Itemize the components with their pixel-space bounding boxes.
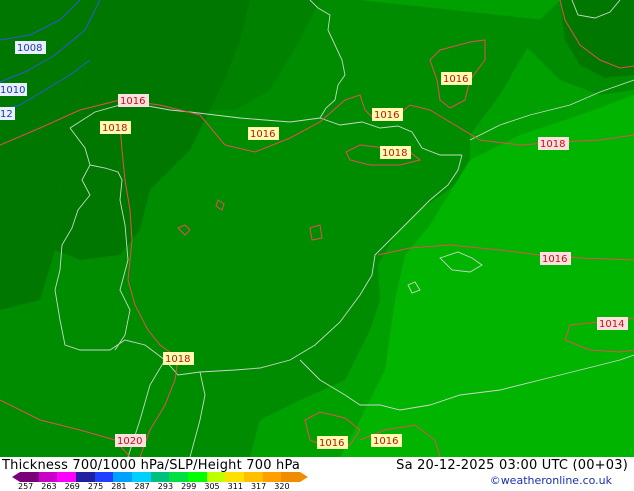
isobar-label: 1020 <box>115 434 146 447</box>
isobar-label-text: 1014 <box>599 319 624 330</box>
isobar-label: 1016 <box>372 108 403 121</box>
scale-arrow-right-icon <box>300 472 308 482</box>
isobar-label-text: 1018 <box>102 123 127 134</box>
thickness-color-scale <box>12 472 308 482</box>
scale-swatch <box>188 472 207 482</box>
isobar-label-text: 1016 <box>373 436 398 447</box>
isobar-label-text: 1016 <box>319 438 344 449</box>
isobar-label-text: 1010 <box>0 85 25 96</box>
weather-map-view: { "title": "Thickness 700/1000 hPa/SLP/H… <box>0 0 634 491</box>
isobar-label: 1016 <box>540 252 571 265</box>
isobar-label-text: 1020 <box>117 436 142 447</box>
isobar-label-text: 1018 <box>540 139 565 150</box>
isobar-label-text: 1018 <box>165 354 190 365</box>
isobar-label-text: 1016 <box>542 254 567 265</box>
scale-swatch <box>225 472 245 482</box>
scale-swatch <box>262 472 282 482</box>
scale-swatch <box>57 472 77 482</box>
isobar-label: 1016 <box>118 94 149 107</box>
isobar-label: 1010 <box>0 83 27 96</box>
scale-swatch <box>132 472 151 482</box>
isobar-label: 1016 <box>248 127 279 140</box>
isobar-label: 1018 <box>380 146 411 159</box>
isobar-label: 1018 <box>163 352 194 365</box>
isobar-label: 1014 <box>597 317 628 330</box>
scale-swatch <box>244 472 263 482</box>
scale-swatch <box>38 472 58 482</box>
scale-swatch <box>113 472 133 482</box>
isobar-label: 1018 <box>100 121 131 134</box>
scale-swatch <box>206 472 226 482</box>
isobar-label: 1016 <box>371 434 402 447</box>
credit-link[interactable]: ©weatheronline.co.uk <box>490 474 612 487</box>
isobar-label-text: 1008 <box>17 43 42 54</box>
isobar-label: 1016 <box>441 72 472 85</box>
isobar-label: 12 <box>0 107 15 120</box>
isobar-label-text: 1018 <box>382 148 407 159</box>
forecast-datetime: Sa 20-12-2025 03:00 UTC (00+03) <box>396 458 628 473</box>
scale-swatch <box>76 472 95 482</box>
scale-swatch <box>169 472 189 482</box>
isobar-label-text: 1016 <box>250 129 275 140</box>
isobar-label: 1008 <box>15 41 46 54</box>
map-title: Thickness 700/1000 hPa/SLP/Height 700 hP… <box>2 458 301 473</box>
scale-arrow-left-icon <box>12 472 20 482</box>
forecast-map: 1008 1010 12 1016 1018 1016 1016 1016 10… <box>0 0 634 457</box>
isobar-label: 1016 <box>317 436 348 449</box>
scale-swatch <box>150 472 170 482</box>
scale-swatch <box>20 472 39 482</box>
isobar-label: 1018 <box>538 137 569 150</box>
scale-swatch <box>281 472 301 482</box>
isobar-label-text: 12 <box>0 109 13 120</box>
isobar-label-text: 1016 <box>374 110 399 121</box>
scale-swatch <box>94 472 114 482</box>
isobar-label-text: 1016 <box>443 74 468 85</box>
isobar-label-text: 1016 <box>120 96 145 107</box>
